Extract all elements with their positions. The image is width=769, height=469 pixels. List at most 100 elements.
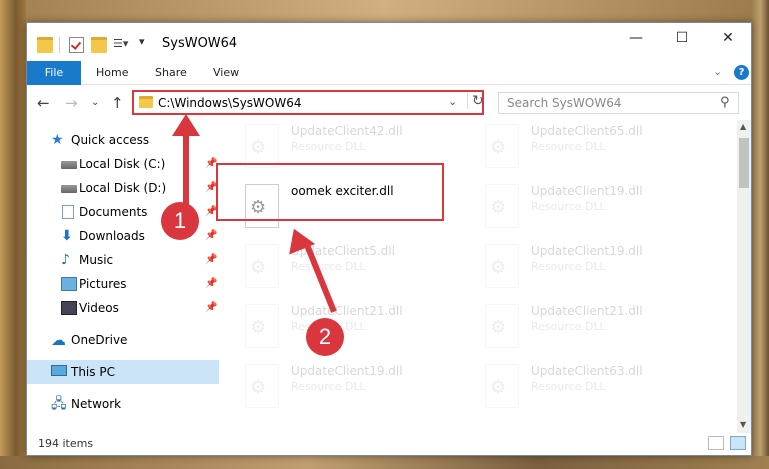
desktop-background-left [0,0,26,469]
vertical-scrollbar[interactable]: ▲ ▼ [737,120,751,433]
scroll-up-icon[interactable]: ▲ [740,122,746,131]
tab-file[interactable]: File [27,61,81,85]
search-box[interactable]: Search SysWOW64 ⚲ [498,92,739,114]
recent-locations-icon[interactable]: ⌄ [91,97,99,108]
back-arrow-icon[interactable]: ← [37,94,50,112]
help-icon[interactable]: ? [734,65,749,80]
dll-file-icon [245,364,279,408]
dll-file-icon [245,244,279,288]
disk-icon [61,185,77,193]
sidebar-item-network[interactable]: 🖧 Network [27,392,219,416]
desktop-background-bottom [0,456,769,469]
list-item[interactable]: UpdateClient5.dll Resource DLL [227,240,457,298]
tab-home[interactable]: Home [96,61,128,85]
cloud-icon: ☁ [51,331,66,349]
pc-icon [51,365,67,376]
expand-ribbon-icon[interactable]: ⌄ [713,65,722,78]
list-item[interactable]: UpdateClient19.dll Resource DLL [227,360,457,418]
music-icon: ♪ [61,252,70,268]
file-name: UpdateClient19.dll [291,364,403,378]
file-type: Resource DLL [531,320,606,333]
file-name: UpdateClient21.dll [291,304,403,318]
scroll-down-icon[interactable]: ▼ [740,420,746,429]
address-folder-icon [139,96,153,108]
sidebar-item-this-pc[interactable]: This PC [27,360,219,384]
search-icon[interactable]: ⚲ [720,95,730,110]
disk-icon [61,161,77,169]
large-icons-view-icon[interactable] [730,436,746,450]
sidebar-item-label: Quick access [71,133,150,147]
sidebar-item-label: Pictures [79,277,127,291]
scrollbar-thumb[interactable] [739,138,749,188]
tab-view[interactable]: View [213,61,239,85]
sidebar-item-pictures[interactable]: Pictures 📌 [27,272,219,296]
quick-access-dropdown-icon[interactable]: ▾ [139,35,145,48]
list-item[interactable]: UpdateClient19.dll Resource DLL [467,180,697,238]
dll-file-icon [485,184,519,228]
list-item[interactable]: UpdateClient19.dll Resource DLL [467,240,697,298]
window-title: SysWOW64 [162,36,238,51]
list-item[interactable]: UpdateClient65.dll Resource DLL [467,120,697,178]
title-bar: ☰▾ ▾ SysWOW64 — ☐ ✕ [27,23,751,61]
address-path[interactable]: C:\Windows\SysWOW64 [158,96,302,110]
file-type: Resource DLL [291,380,366,393]
pin-icon[interactable]: 📌 [205,224,217,248]
search-input[interactable]: Search SysWOW64 [507,96,621,110]
file-name: UpdateClient42.dll [291,124,403,138]
close-button[interactable]: ✕ [705,23,751,53]
sidebar-item-label: Videos [79,301,119,315]
new-folder-icon[interactable] [91,37,107,53]
sidebar-item-onedrive[interactable]: ☁ OneDrive [27,328,219,352]
sidebar-item-local-disk-d[interactable]: Local Disk (D:) 📌 [27,176,219,200]
annotation-step-1: 1 [161,202,199,240]
maximize-button[interactable]: ☐ [659,23,705,53]
videos-icon [61,301,77,315]
up-arrow-icon[interactable]: ↑ [111,94,124,112]
pin-icon[interactable]: 📌 [205,272,217,296]
sidebar-item-music[interactable]: ♪ Music 📌 [27,248,219,272]
sidebar-item-label: Downloads [79,229,145,243]
documents-icon [62,205,74,219]
network-icon: 🖧 [51,396,67,412]
sidebar-item-label: This PC [71,365,115,379]
sidebar-item-label: Music [79,253,114,267]
file-name: UpdateClient63.dll [531,364,643,378]
pin-icon[interactable]: 📌 [205,296,217,320]
arrow-1-head [172,114,200,136]
details-view-icon[interactable] [708,436,724,450]
customize-toolbar-icon[interactable]: ☰▾ [113,37,131,53]
sidebar-item-label: Local Disk (D:) [79,181,167,195]
item-count: 194 items [38,437,94,450]
refresh-icon[interactable]: ↻ [467,93,484,109]
desktop-background-top [0,0,769,22]
annotation-step-2: 2 [306,318,344,356]
arrow-1-shaft [183,130,189,210]
sidebar-item-label: Documents [79,205,148,219]
minimize-button[interactable]: — [613,23,659,53]
tab-share[interactable]: Share [155,61,187,85]
sidebar-item-videos[interactable]: Videos 📌 [27,296,219,320]
pictures-icon [61,277,77,291]
file-type: Resource DLL [531,260,606,273]
forward-arrow-icon[interactable]: → [65,94,78,112]
list-item[interactable]: UpdateClient21.dll Resource DLL [467,300,697,358]
dll-file-icon [485,364,519,408]
sidebar-item-label: OneDrive [71,333,128,347]
sidebar-item-label: Local Disk (C:) [79,157,166,171]
download-icon: ⬇ [61,228,73,244]
file-type: Resource DLL [291,260,366,273]
dll-file-icon [485,124,519,168]
file-name: UpdateClient19.dll [531,244,643,258]
sidebar-item-local-disk-c[interactable]: Local Disk (C:) 📌 [27,152,219,176]
pin-icon[interactable]: 📌 [205,248,217,272]
quick-access-separator [59,37,60,53]
properties-check-icon[interactable] [69,37,84,53]
file-type: Resource DLL [531,200,606,213]
address-bar[interactable]: C:\Windows\SysWOW64 ⌄ ↻ [132,90,484,115]
navigation-bar: ← → ⌄ ↑ C:\Windows\SysWOW64 ⌄ ↻ Search S… [27,86,751,120]
file-explorer-window: ☰▾ ▾ SysWOW64 — ☐ ✕ File Home Share View… [26,22,752,456]
file-name: UpdateClient19.dll [531,184,643,198]
list-item[interactable]: UpdateClient63.dll Resource DLL [467,360,697,418]
file-type: Resource DLL [291,140,366,153]
address-dropdown-icon[interactable]: ⌄ [448,95,457,108]
